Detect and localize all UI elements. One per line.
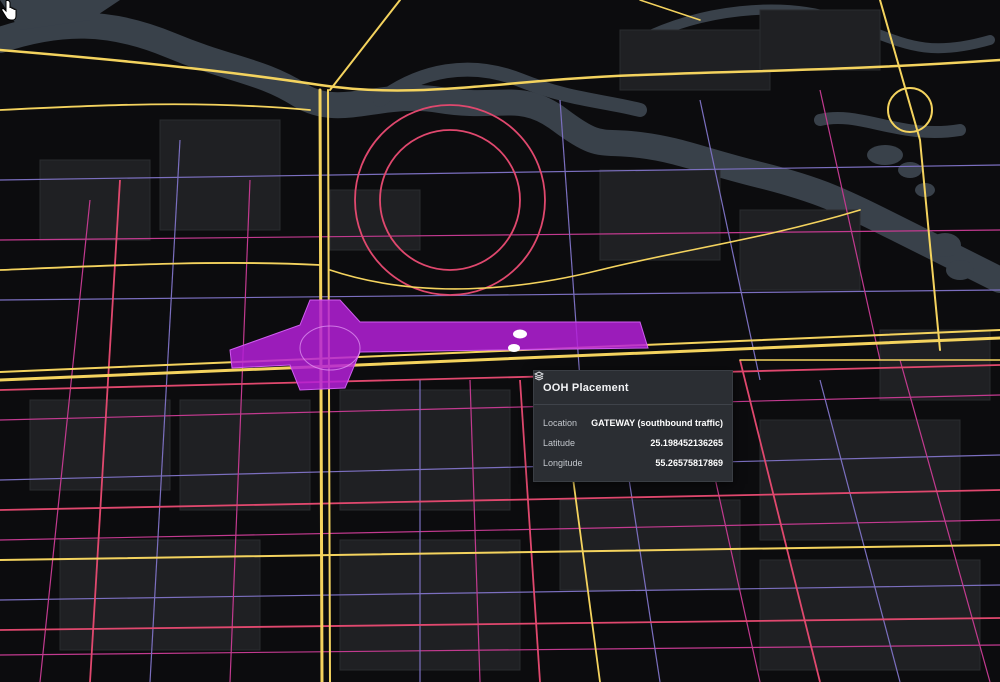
longitude-label: Longitude: [543, 458, 583, 468]
tooltip-title: OOH Placement: [543, 381, 629, 394]
hand-pointer-icon: [1, 0, 17, 21]
tooltip-row-longitude: Longitude 55.26575817869: [534, 453, 732, 473]
placement-marker-b[interactable]: [508, 344, 520, 352]
latitude-value: 25.198452136265: [650, 438, 723, 448]
placement-marker-a[interactable]: [513, 329, 527, 339]
tooltip-row-latitude: Latitude 25.198452136265: [534, 433, 732, 453]
location-label: Location: [543, 418, 578, 428]
placement-tooltip: OOH Placement Location GATEWAY (southbou…: [533, 370, 733, 482]
tooltip-row-location: Location GATEWAY (southbound traffic): [534, 413, 732, 433]
map-view[interactable]: OOH Placement Location GATEWAY (southbou…: [0, 0, 1000, 682]
latitude-label: Latitude: [543, 438, 576, 448]
tooltip-header: OOH Placement: [534, 371, 732, 405]
location-value: GATEWAY (southbound traffic): [591, 418, 723, 428]
map-canvas[interactable]: [0, 0, 1000, 682]
longitude-value: 55.26575817869: [655, 458, 723, 468]
layers-icon: [534, 371, 544, 381]
